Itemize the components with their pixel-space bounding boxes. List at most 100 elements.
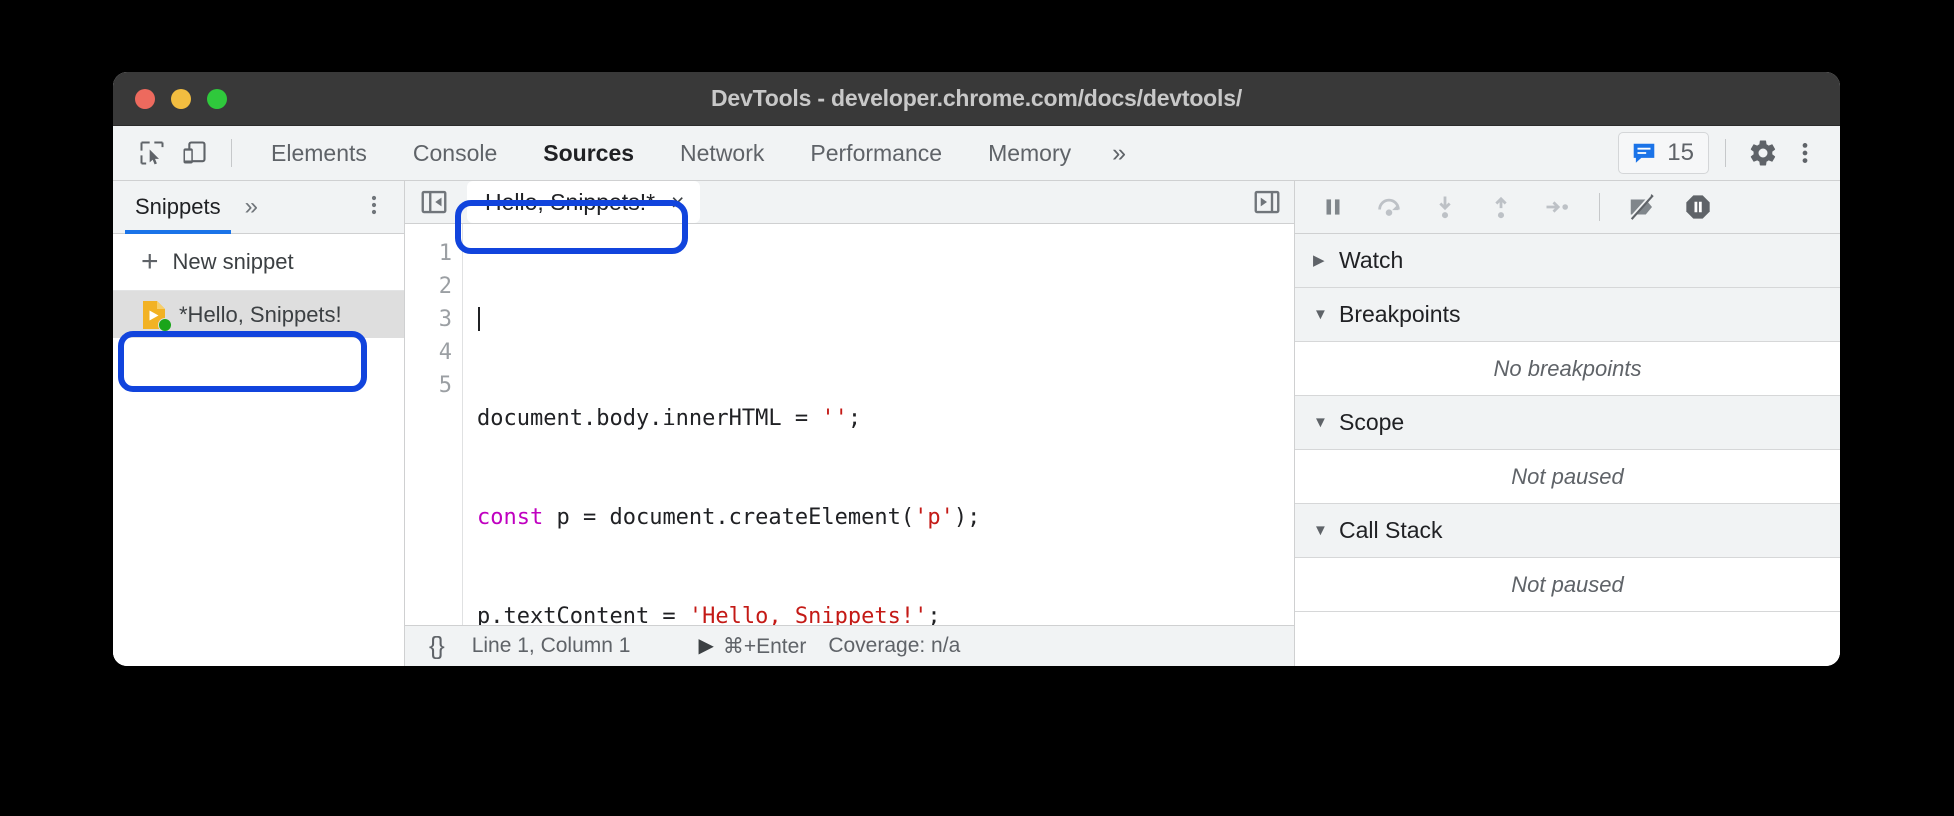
gear-icon [1750, 140, 1776, 166]
show-debugger-icon [1254, 190, 1280, 214]
tab-network[interactable]: Network [657, 136, 787, 171]
tab-elements[interactable]: Elements [248, 136, 390, 171]
snippet-file-icon [141, 300, 172, 332]
navigator-pane: Snippets » + New snippet *Hello, Snippet… [113, 181, 405, 666]
run-snippet-button[interactable]: ▶ ⌘+Enter [698, 634, 806, 659]
list-item[interactable]: *Hello, Snippets! [113, 291, 404, 338]
pause-script-execution-icon [1326, 199, 1340, 215]
step-out-button[interactable] [1481, 187, 1521, 227]
line-number: 3 [438, 307, 452, 332]
message-bubble-icon [1634, 143, 1655, 163]
screenshot-stage: DevTools - developer.chrome.com/docs/dev… [0, 0, 1954, 816]
section-header-watch[interactable]: ▶ Watch [1295, 234, 1840, 288]
line-number-gutter: 1 2 3 4 5 [405, 224, 463, 626]
scope-empty-message: Not paused [1295, 450, 1840, 504]
debugger-toolbar [1295, 181, 1840, 234]
step-into-icon [1439, 196, 1451, 219]
step-over-button[interactable] [1369, 187, 1409, 227]
inspect-element-button[interactable] [131, 132, 173, 174]
hide-navigator-button[interactable] [419, 187, 449, 217]
cursor-position-label: Line 1, Column 1 [471, 634, 631, 658]
chevron-down-icon: ▼ [1313, 306, 1328, 323]
step-icon [1546, 201, 1568, 213]
hide-navigator-icon [421, 190, 447, 214]
step-button[interactable] [1537, 187, 1577, 227]
editor-tabbar: Hello, Snippets!* × [405, 181, 1294, 224]
code-line-3: const p = document.createElement('p'); [477, 505, 981, 530]
message-count: 15 [1667, 139, 1694, 166]
breakpoints-empty-message: No breakpoints [1295, 342, 1840, 396]
line-number: 1 [438, 241, 452, 266]
device-toolbar-button[interactable] [173, 132, 215, 174]
main-menu-button[interactable] [1784, 132, 1826, 174]
tab-sources[interactable]: Sources [520, 136, 657, 171]
settings-button[interactable] [1742, 132, 1784, 174]
toolbar-divider [231, 139, 232, 167]
tab-console[interactable]: Console [390, 136, 520, 171]
debugger-pane: ▶ Watch ▼ Breakpoints No breakpoints ▼ S… [1295, 181, 1840, 666]
step-over-icon [1378, 198, 1400, 216]
section-header-call-stack[interactable]: ▼ Call Stack [1295, 504, 1840, 558]
section-title: Breakpoints [1339, 301, 1461, 327]
chevron-down-icon: ▼ [1313, 522, 1328, 539]
window-title: DevTools - developer.chrome.com/docs/dev… [710, 85, 1243, 111]
navigator-more-chevron-icon[interactable]: » [245, 195, 258, 219]
play-icon: ▶ [698, 635, 714, 658]
toolbar-right-group: 15 [1618, 132, 1826, 174]
inspect-element-icon [140, 141, 164, 165]
message-count-badge[interactable]: 15 [1618, 132, 1709, 174]
panel-tabs: Elements Console Sources Network Perform… [248, 136, 1144, 171]
line-number: 5 [438, 373, 452, 398]
code-line-1 [477, 303, 1294, 336]
code-line-4: p.textContent = 'Hello, Snippets!'; [477, 604, 941, 626]
green-dot-badge [158, 317, 172, 332]
section-title: Watch [1339, 247, 1404, 273]
code-line-2: document.body.innerHTML = ''; [477, 406, 862, 431]
device-toolbar-icon [183, 141, 206, 164]
more-vertical-icon [1802, 143, 1808, 163]
more-panels-chevron-icon[interactable]: » [1094, 140, 1144, 166]
deactivate-breakpoints-icon [1628, 194, 1654, 220]
pause-on-exceptions-icon [1686, 195, 1710, 219]
section-header-scope[interactable]: ▼ Scope [1295, 396, 1840, 450]
line-number: 4 [438, 340, 452, 365]
navigator-menu-button[interactable] [362, 193, 404, 222]
chevron-right-icon: ▶ [1313, 252, 1325, 269]
pretty-print-button[interactable]: {} [429, 632, 445, 661]
devtools-body: Snippets » + New snippet *Hello, Snippet… [113, 181, 1840, 666]
more-vertical-icon [371, 195, 377, 214]
navigator-tab-snippets[interactable]: Snippets [125, 181, 231, 234]
window-titlebar: DevTools - developer.chrome.com/docs/dev… [113, 72, 1840, 126]
text-caret [478, 307, 480, 331]
editor-statusbar: {} Line 1, Column 1 ▶ ⌘+Enter Coverage: … [405, 625, 1294, 666]
section-header-breakpoints[interactable]: ▼ Breakpoints [1295, 288, 1840, 342]
new-snippet-label: New snippet [172, 249, 294, 274]
file-tab-hello-snippets[interactable]: Hello, Snippets!* × [467, 181, 701, 223]
pause-on-exceptions-button[interactable] [1678, 187, 1718, 227]
run-shortcut-label: ⌘+Enter [722, 634, 807, 658]
pause-script-execution-button[interactable] [1313, 187, 1353, 227]
step-into-button[interactable] [1425, 187, 1465, 227]
step-out-icon [1495, 196, 1507, 219]
toolbar-divider-2 [1725, 139, 1726, 167]
show-debugger-button[interactable] [1252, 187, 1282, 217]
file-tab-label: Hello, Snippets!* [485, 188, 656, 215]
editor-pane: Hello, Snippets!* × 1 2 3 4 5 document.b… [405, 181, 1295, 666]
list-item-label: *Hello, Snippets! [179, 301, 342, 327]
tab-memory[interactable]: Memory [965, 136, 1094, 171]
coverage-label: Coverage: n/a [828, 634, 961, 658]
tab-performance[interactable]: Performance [787, 136, 965, 171]
code-content[interactable]: document.body.innerHTML = ''; const p = … [463, 224, 1294, 625]
new-snippet-button[interactable]: + New snippet [113, 234, 404, 291]
debugger-toolbar-divider [1599, 193, 1600, 221]
call-stack-empty-message: Not paused [1295, 558, 1840, 612]
section-title: Scope [1339, 409, 1405, 435]
devtools-window: DevTools - developer.chrome.com/docs/dev… [113, 72, 1840, 666]
devtools-main-toolbar: Elements Console Sources Network Perform… [113, 126, 1840, 181]
deactivate-breakpoints-button[interactable] [1622, 187, 1662, 227]
section-title: Call Stack [1339, 517, 1443, 543]
close-icon[interactable]: × [671, 190, 684, 214]
chevron-down-icon: ▼ [1313, 414, 1328, 431]
code-editor[interactable]: 1 2 3 4 5 document.body.innerHTML = ''; … [405, 224, 1294, 626]
navigator-tabbar: Snippets » [113, 181, 404, 234]
